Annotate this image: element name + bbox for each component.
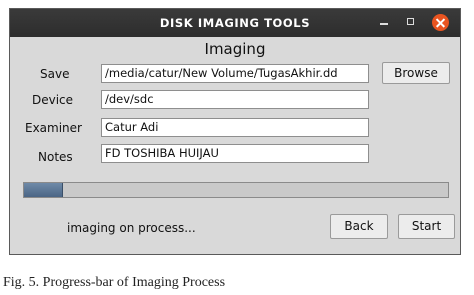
- back-button[interactable]: Back: [330, 214, 388, 239]
- device-label: Device: [32, 93, 74, 107]
- figure-caption: Fig. 5. Progress-bar of Imaging Process: [3, 275, 226, 290]
- start-button[interactable]: Start: [398, 214, 455, 239]
- save-label: Save: [40, 67, 70, 81]
- title-bar: DISK IMAGING TOOLS: [10, 9, 460, 37]
- save-path-field[interactable]: /media/catur/New Volume/TugasAkhir.dd: [101, 64, 369, 83]
- progress-fill: [24, 183, 64, 197]
- page-title: Imaging: [204, 40, 266, 58]
- notes-label: Notes: [38, 150, 73, 164]
- minimize-icon[interactable]: [376, 14, 393, 31]
- device-field[interactable]: /dev/sdc: [101, 90, 369, 109]
- notes-field[interactable]: FD TOSHIBA HUIJAU: [101, 144, 369, 163]
- examiner-label: Examiner: [25, 121, 82, 135]
- examiner-field[interactable]: Catur Adi: [101, 118, 369, 137]
- browse-button[interactable]: Browse: [382, 62, 450, 84]
- close-icon[interactable]: [432, 14, 449, 31]
- progress-bar: [23, 182, 449, 198]
- maximize-icon[interactable]: [403, 14, 420, 31]
- status-text: imaging on process...: [67, 221, 196, 235]
- app-window: DISK IMAGING TOOLS Imaging Save /media/c…: [9, 8, 461, 255]
